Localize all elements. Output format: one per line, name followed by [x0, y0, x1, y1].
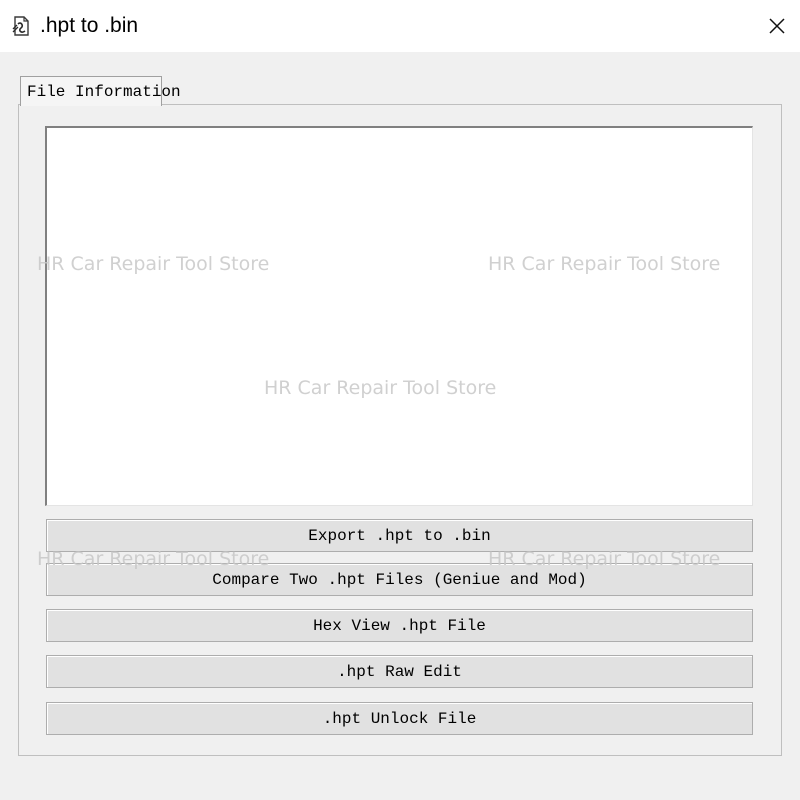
hex-view-button[interactable]: Hex View .hpt File	[46, 609, 753, 642]
app-window: .hpt to .bin File Information Export .hp…	[0, 0, 800, 800]
unlock-file-button[interactable]: .hpt Unlock File	[46, 702, 753, 735]
close-icon	[769, 18, 785, 34]
tab-file-information[interactable]: File Information	[20, 76, 181, 106]
tab-label: File Information	[27, 83, 181, 101]
raw-edit-button[interactable]: .hpt Raw Edit	[46, 655, 753, 688]
app-file-icon	[11, 14, 33, 38]
file-information-box[interactable]	[45, 126, 753, 506]
close-button[interactable]	[754, 0, 800, 52]
export-hpt-to-bin-button[interactable]: Export .hpt to .bin	[46, 519, 753, 552]
title-bar[interactable]: .hpt to .bin	[0, 0, 800, 52]
compare-hpt-files-button[interactable]: Compare Two .hpt Files (Geniue and Mod)	[46, 563, 753, 596]
window-title: .hpt to .bin	[40, 14, 139, 37]
